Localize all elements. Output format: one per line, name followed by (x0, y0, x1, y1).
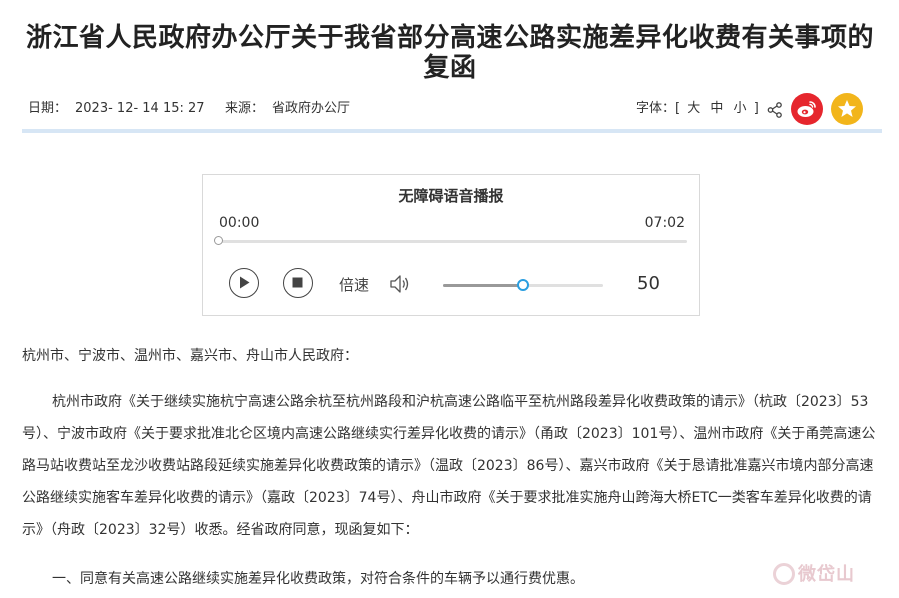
date-label: 日期： (28, 101, 68, 116)
current-time: 00:00 (219, 215, 260, 231)
greeting: 杭州市、宁波市、温州市、嘉兴市、舟山市人民政府： (22, 348, 358, 364)
share-icon[interactable] (766, 101, 784, 119)
font-size-label: 字体：[ (636, 101, 681, 116)
volume-handle[interactable] (517, 279, 529, 291)
weibo-share-button[interactable] (791, 93, 823, 125)
article-title: 浙江省人民政府办公厅关于我省部分高速公路实施差异化收费有关事项的复函 (25, 23, 874, 84)
weibo-icon (797, 101, 816, 117)
audio-player: 无障碍语音播报 00:00 07:02 倍速 50 (202, 174, 700, 316)
watermark: 微岱山 (798, 564, 855, 585)
progress-handle[interactable] (214, 236, 223, 245)
font-size-close: ] (753, 101, 759, 116)
stop-button[interactable] (283, 268, 313, 298)
volume-fill (443, 284, 523, 287)
item-1: 一、同意有关高速公路继续实施差异化收费政策，对符合条件的车辆予以通行费优惠。 (52, 571, 584, 587)
play-icon (240, 276, 250, 289)
font-size-switch: 字体：[ 大 中 小 ] (636, 97, 759, 121)
total-time: 07:02 (644, 215, 685, 231)
star-icon (838, 100, 856, 117)
play-button[interactable] (229, 268, 259, 298)
source-label: 来源： (224, 101, 264, 116)
meta-left: 日期： 2023- 12- 14 15: 27 来源： 省政府办公厅 (28, 97, 358, 121)
header-divider (22, 129, 882, 133)
volume-icon[interactable] (389, 273, 413, 295)
volume-value: 50 (637, 273, 660, 294)
font-size-medium[interactable]: 中 (710, 101, 723, 116)
player-title: 无障碍语音播报 (398, 187, 504, 205)
favorite-button[interactable] (831, 93, 863, 125)
source-value: 省政府办公厅 (271, 101, 350, 116)
font-size-large[interactable]: 大 (687, 101, 700, 116)
progress-track[interactable] (219, 240, 687, 243)
main-paragraph: 杭州市政府《关于继续实施杭宁高速公路余杭至杭州路段和沪杭高速公路临平至杭州路段差… (22, 394, 876, 538)
font-size-small[interactable]: 小 (734, 101, 747, 116)
article-meta: 日期： 2023- 12- 14 15: 27 来源： 省政府办公厅 字体：[ 大 … (28, 93, 878, 125)
stop-icon (292, 277, 303, 288)
watermark-logo-icon (773, 563, 795, 585)
date-value: 2023- 12- 14 15: 27 (75, 101, 205, 116)
speed-button[interactable]: 倍速 (339, 274, 369, 295)
